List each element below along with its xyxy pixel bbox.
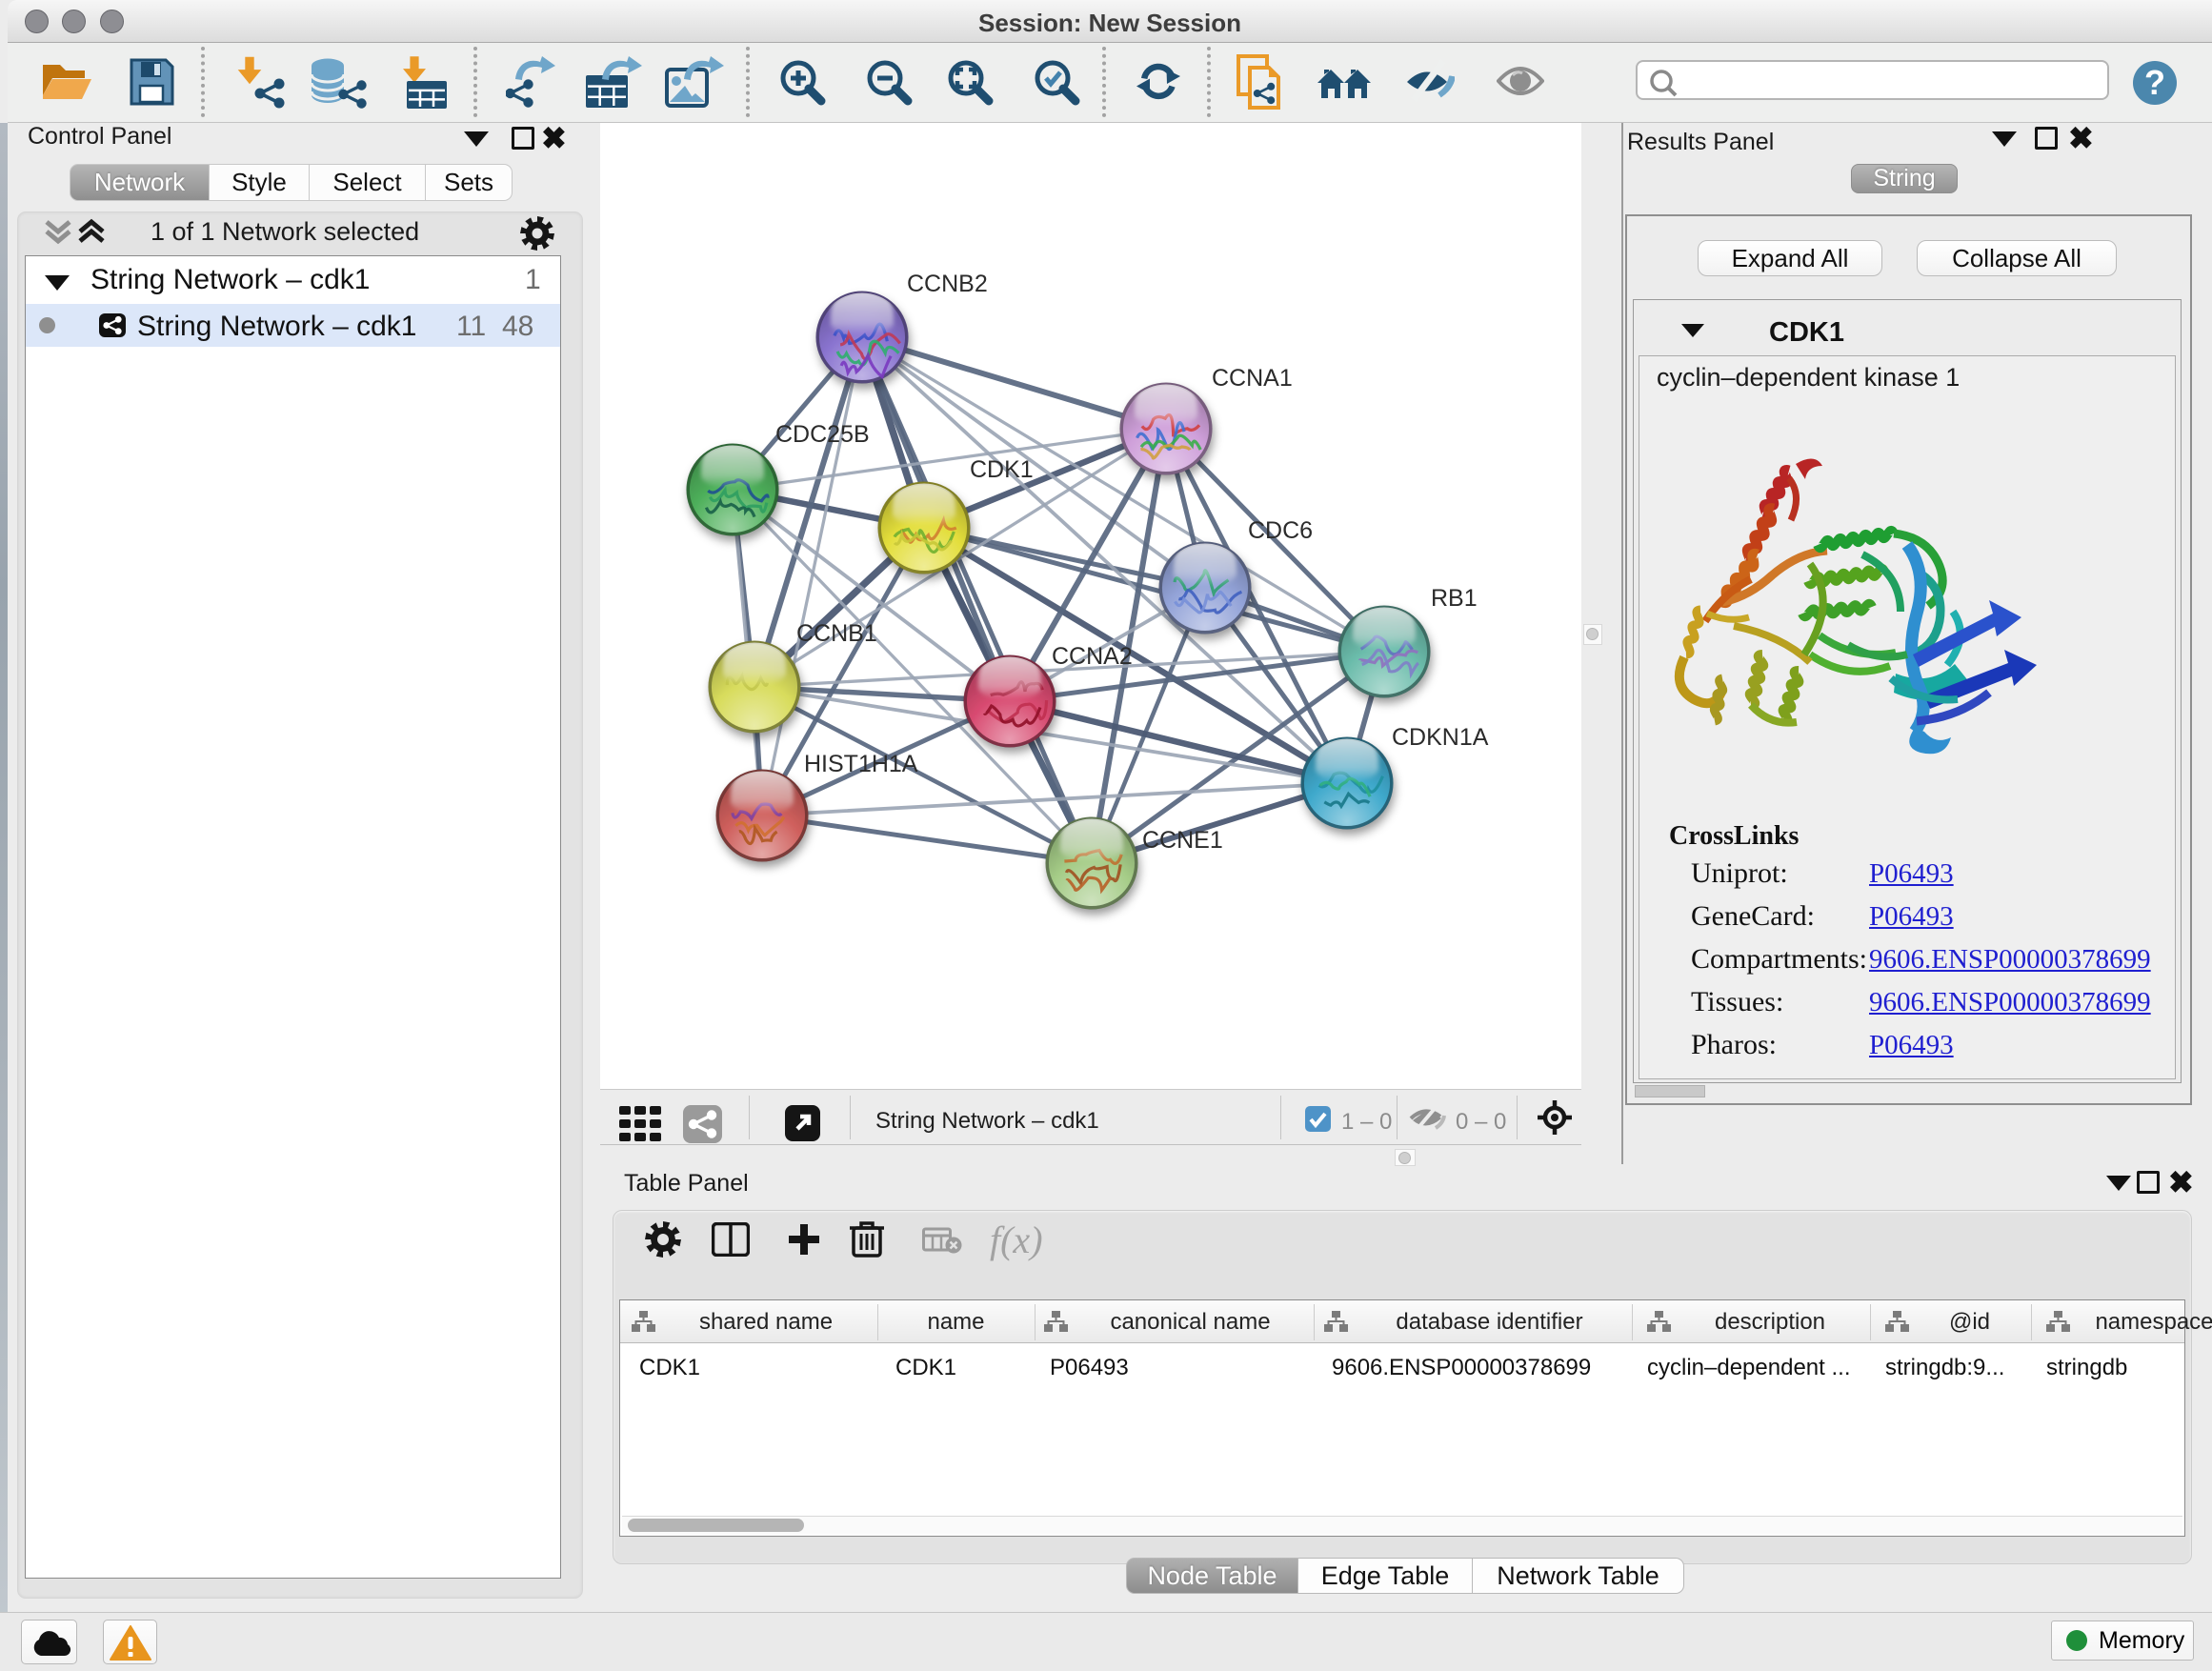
- svg-text:?: ?: [2144, 63, 2165, 102]
- svg-text:CCNA1: CCNA1: [1212, 365, 1293, 392]
- svg-text:CDC25B: CDC25B: [775, 421, 870, 448]
- svg-text:CCNB1: CCNB1: [796, 620, 877, 647]
- svg-text:CCNA2: CCNA2: [1052, 643, 1133, 670]
- svg-text:CDC6: CDC6: [1248, 517, 1313, 544]
- svg-text:HIST1H1A: HIST1H1A: [804, 751, 918, 777]
- svg-text:CCNE1: CCNE1: [1142, 827, 1223, 854]
- svg-text:CCNB2: CCNB2: [907, 271, 988, 297]
- svg-text:CDKN1A: CDKN1A: [1392, 724, 1489, 751]
- svg-text:RB1: RB1: [1431, 585, 1478, 612]
- svg-text:CDK1: CDK1: [970, 456, 1034, 483]
